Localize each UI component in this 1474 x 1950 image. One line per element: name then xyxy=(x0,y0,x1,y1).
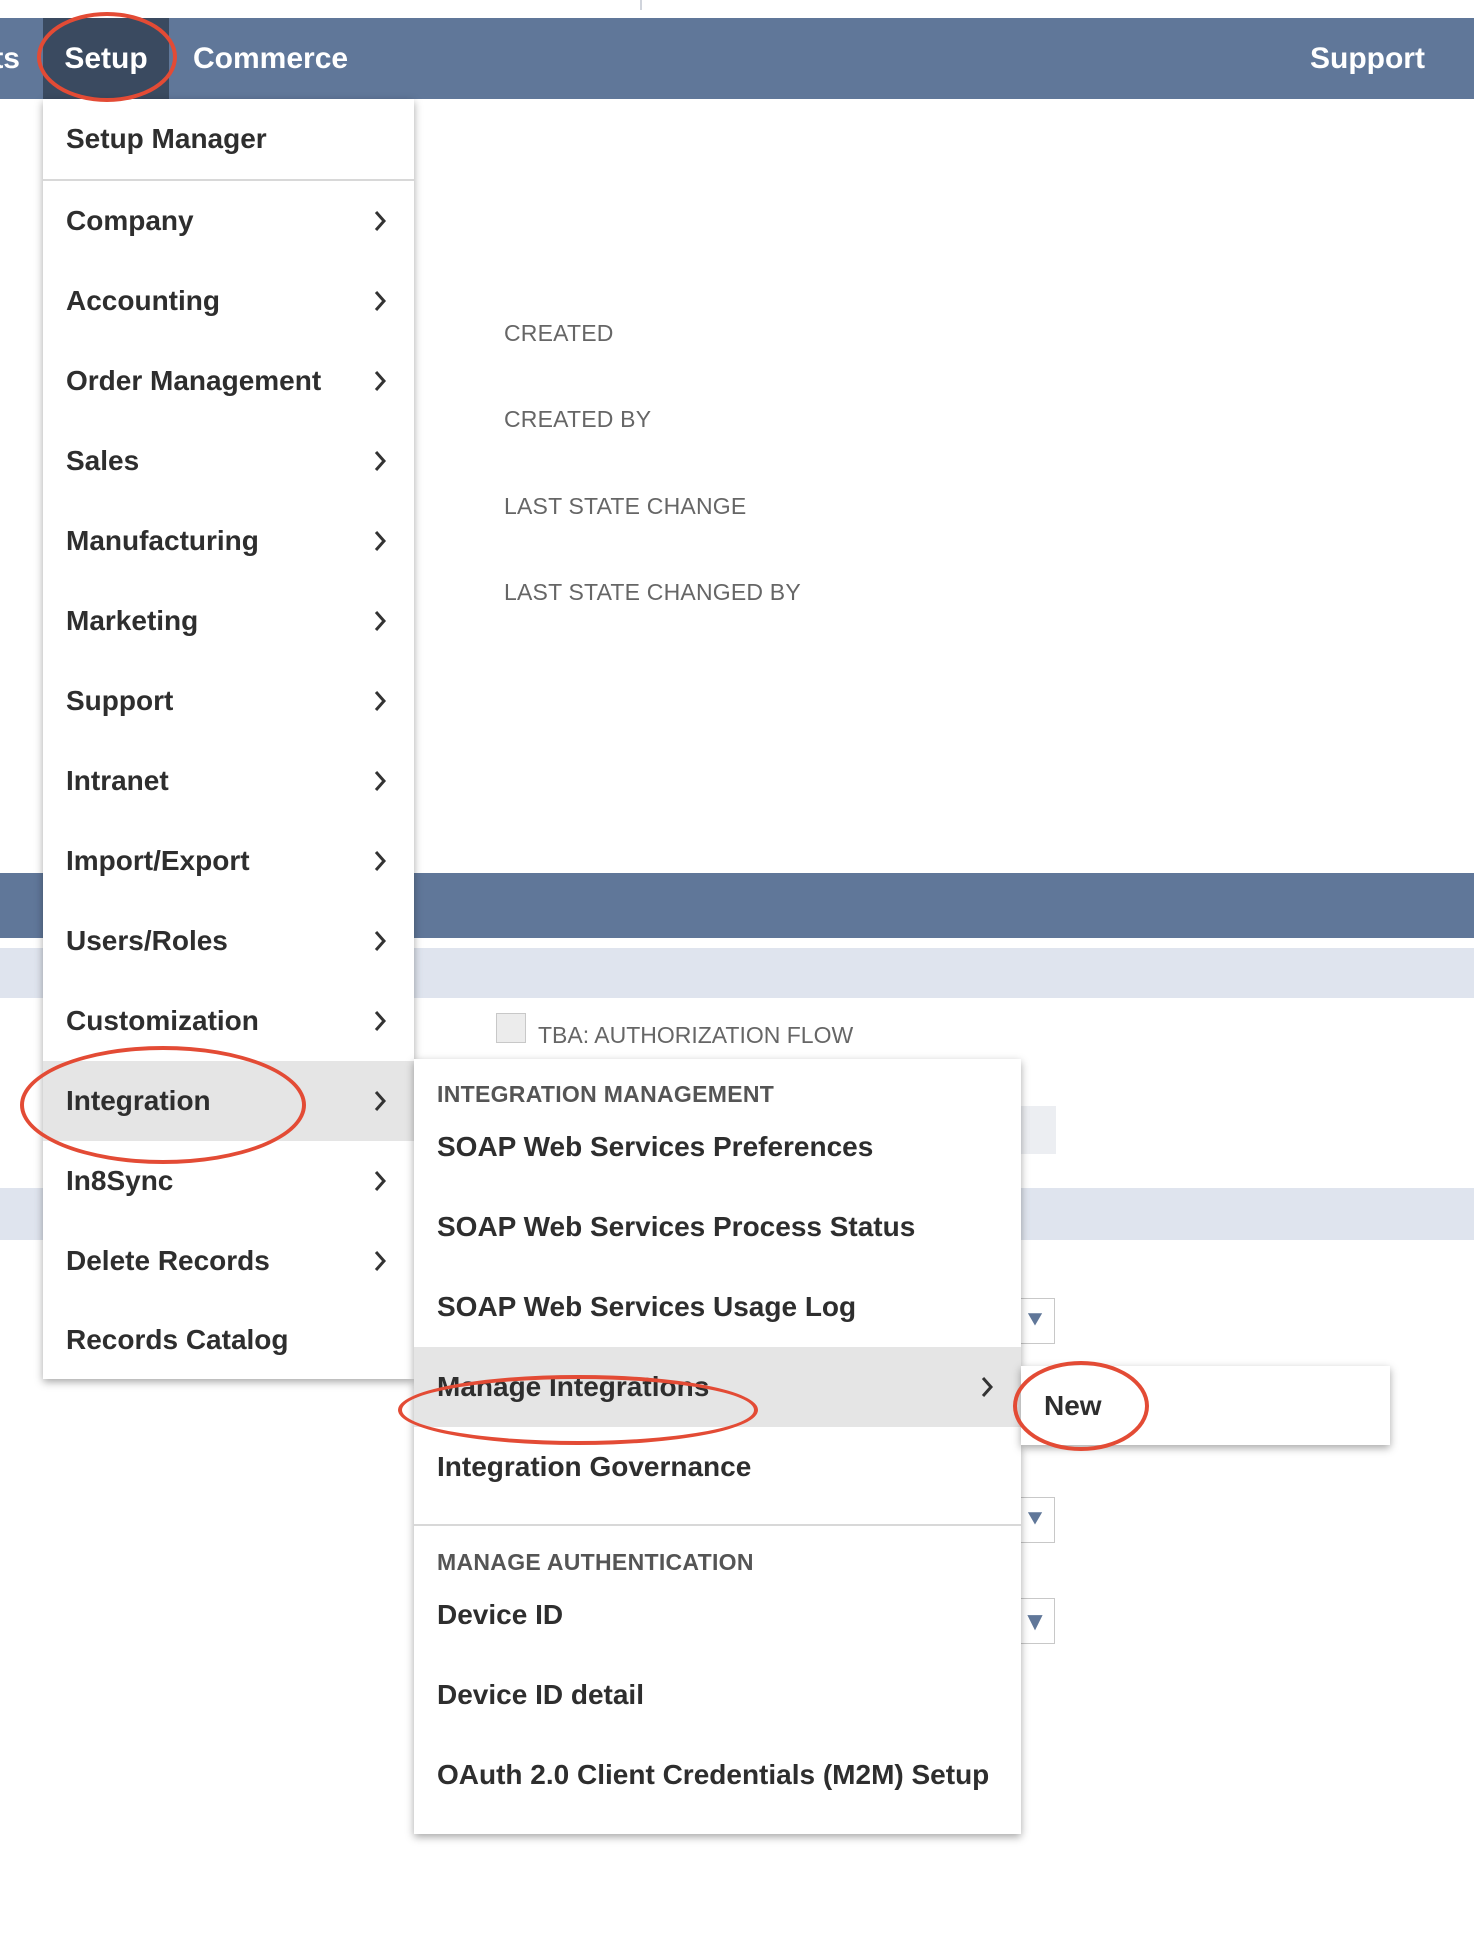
chevron-right-icon xyxy=(364,365,396,397)
menu-item-accounting[interactable]: Accounting xyxy=(43,261,414,341)
nav-item-commerce[interactable]: Commerce xyxy=(193,18,348,99)
menu-item-customization[interactable]: Customization xyxy=(43,981,414,1061)
menu-item-label: Accounting xyxy=(66,285,220,316)
integration-submenu: INTEGRATION MANAGEMENT SOAP Web Services… xyxy=(414,1059,1021,1834)
menu-item-company[interactable]: Company xyxy=(43,181,414,261)
integration-management-heading: INTEGRATION MANAGEMENT xyxy=(437,1081,775,1107)
readonly-field xyxy=(1020,1106,1056,1154)
menu-item-new[interactable]: New xyxy=(1021,1366,1390,1445)
chevron-right-icon xyxy=(364,285,396,317)
menu-item-manage-integrations[interactable]: Manage Integrations xyxy=(414,1347,1021,1427)
menu-item-marketing[interactable]: Marketing xyxy=(43,581,414,661)
menu-item-label: Support xyxy=(66,685,174,716)
menu-item-label: SOAP Web Services Usage Log xyxy=(437,1291,857,1322)
menu-item-label: Marketing xyxy=(66,605,199,636)
menu-item-intranet[interactable]: Intranet xyxy=(43,741,414,821)
chevron-right-icon xyxy=(364,445,396,477)
chevron-right-icon xyxy=(364,845,396,877)
menu-item-users-roles[interactable]: Users/Roles xyxy=(43,901,414,981)
menu-item-label: Intranet xyxy=(66,765,169,796)
menu-separator xyxy=(414,1524,1021,1526)
chevron-right-icon xyxy=(364,765,396,797)
last-state-change-label: LAST STATE CHANGE xyxy=(504,493,747,519)
nav-item-commerce-label: Commerce xyxy=(193,41,349,75)
top-divider xyxy=(640,0,642,10)
menu-item-soap-process-status[interactable]: SOAP Web Services Process Status xyxy=(414,1187,1021,1267)
nav-item-previous-label: ts xyxy=(0,41,20,75)
menu-item-label: SOAP Web Services Preferences xyxy=(437,1131,874,1162)
menu-item-label: Import/Export xyxy=(66,845,250,876)
menu-item-integration-governance[interactable]: Integration Governance xyxy=(414,1427,1021,1507)
menu-item-sales[interactable]: Sales xyxy=(43,421,414,501)
last-state-changed-by-label: LAST STATE CHANGED BY xyxy=(504,579,801,605)
menu-item-label: Records Catalog xyxy=(66,1324,289,1355)
menu-item-order-management[interactable]: Order Management xyxy=(43,341,414,421)
menu-item-label: Delete Records xyxy=(66,1245,270,1276)
menu-item-integration[interactable]: Integration xyxy=(43,1061,414,1141)
chevron-right-icon xyxy=(364,1245,396,1277)
nav-item-support-label: Support xyxy=(1310,41,1425,75)
manage-integrations-submenu: New xyxy=(1021,1366,1390,1445)
menu-item-label: Customization xyxy=(66,1005,259,1036)
chevron-right-icon xyxy=(364,1165,396,1197)
menu-item-label: Integration Governance xyxy=(437,1451,752,1482)
menu-item-label: Device ID detail xyxy=(437,1679,644,1710)
chevron-right-icon xyxy=(971,1371,1003,1403)
menu-item-label: SOAP Web Services Process Status xyxy=(437,1211,916,1242)
created-label: CREATED xyxy=(504,320,614,346)
menu-item-import-export[interactable]: Import/Export xyxy=(43,821,414,901)
menu-item-in8sync[interactable]: In8Sync xyxy=(43,1141,414,1221)
setup-menu: Setup Manager Company Accounting Order M… xyxy=(43,99,414,1379)
tba-authorization-flow-label: TBA: AUTHORIZATION FLOW xyxy=(538,1022,854,1048)
tba-authorization-flow-checkbox[interactable] xyxy=(496,1013,526,1043)
menu-item-records-catalog[interactable]: Records Catalog xyxy=(43,1301,414,1379)
menu-item-label: Company xyxy=(66,205,194,236)
menu-item-manufacturing[interactable]: Manufacturing xyxy=(43,501,414,581)
menu-item-label: Users/Roles xyxy=(66,925,228,956)
chevron-right-icon xyxy=(364,685,396,717)
dropdown-toggle-2[interactable]: ⯆ xyxy=(1015,1497,1055,1543)
nav-item-setup[interactable]: Setup xyxy=(43,18,169,99)
menu-item-oauth-m2m-setup[interactable]: OAuth 2.0 Client Credentials (M2M) Setup xyxy=(414,1735,1021,1815)
manage-authentication-heading: MANAGE AUTHENTICATION xyxy=(437,1549,754,1575)
nav-item-support[interactable]: Support xyxy=(1310,18,1425,99)
menu-item-label: Device ID xyxy=(437,1599,564,1630)
dropdown-toggle-3[interactable]: ▼ xyxy=(1015,1598,1055,1644)
top-strip xyxy=(0,0,1474,18)
double-chevron-down-icon: ⯆ xyxy=(1024,1504,1046,1534)
chevron-right-icon xyxy=(364,1085,396,1117)
chevron-right-icon xyxy=(364,525,396,557)
chevron-right-icon xyxy=(364,605,396,637)
menu-item-label: OAuth 2.0 Client Credentials (M2M) Setup xyxy=(437,1759,990,1790)
chevron-right-icon xyxy=(364,925,396,957)
created-by-label: CREATED BY xyxy=(504,406,652,432)
menu-item-label: Order Management xyxy=(66,365,322,396)
chevron-right-icon xyxy=(364,205,396,237)
menu-item-soap-preferences[interactable]: SOAP Web Services Preferences xyxy=(414,1107,1021,1187)
menu-item-device-id[interactable]: Device ID xyxy=(414,1575,1021,1655)
menu-item-label: Integration xyxy=(66,1085,211,1116)
menu-item-label: Manage Integrations xyxy=(437,1371,710,1402)
menu-item-delete-records[interactable]: Delete Records xyxy=(43,1221,414,1301)
menu-item-setup-manager[interactable]: Setup Manager xyxy=(43,99,414,179)
menu-item-label: Manufacturing xyxy=(66,525,259,556)
menu-item-label: New xyxy=(1044,1389,1102,1421)
menu-item-label: Sales xyxy=(66,445,140,476)
nav-item-previous[interactable]: ts xyxy=(0,18,20,99)
caret-down-icon: ▼ xyxy=(1022,1605,1048,1636)
nav-item-setup-label: Setup xyxy=(64,41,148,75)
menu-item-label: Setup Manager xyxy=(66,123,267,154)
menu-item-soap-usage-log[interactable]: SOAP Web Services Usage Log xyxy=(414,1267,1021,1347)
menu-item-support[interactable]: Support xyxy=(43,661,414,741)
double-chevron-down-icon: ⯆ xyxy=(1024,1305,1046,1335)
menu-item-label: In8Sync xyxy=(66,1165,174,1196)
dropdown-toggle-1[interactable]: ⯆ xyxy=(1015,1298,1055,1344)
menu-item-device-id-detail[interactable]: Device ID detail xyxy=(414,1655,1021,1735)
chevron-right-icon xyxy=(364,1005,396,1037)
